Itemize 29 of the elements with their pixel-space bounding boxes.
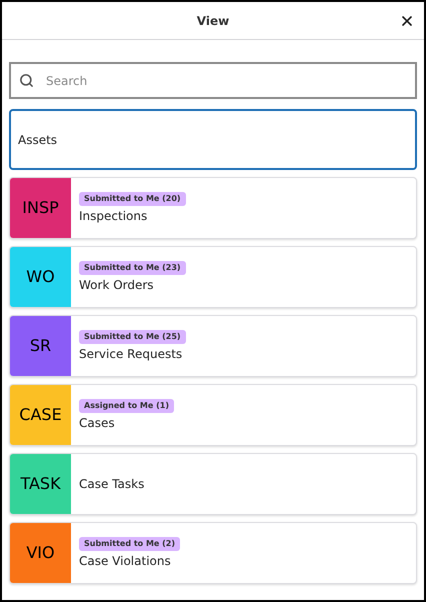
status-badge: Assigned to Me (1) [79,398,174,412]
item-label: Service Requests [79,346,184,362]
item-label: Cases [79,414,116,432]
category-code: CASE [19,404,62,426]
list-item[interactable]: Assets [9,109,417,170]
category-code: INSP [22,197,59,219]
dialog-title: View [196,12,230,30]
list-item[interactable]: TASK Case Tasks [9,453,417,515]
status-badge: Submitted to Me (25) [79,330,186,344]
category-code: VIO [26,542,55,564]
item-label: Assets [18,132,58,148]
category-code: WO [26,266,55,288]
category-code: TASK [20,473,61,495]
list-item[interactable]: VIO Submitted to Me (2) Case Violations [9,522,417,584]
status-badge: Submitted to Me (20) [79,192,186,206]
item-label: Case Violations [79,552,172,570]
list-item[interactable]: INSP Submitted to Me (20) Inspections [9,177,417,239]
list-item[interactable]: SR Submitted to Me (25) Service Requests [9,315,417,377]
list-item[interactable]: WO Submitted to Me (23) Work Orders [9,246,417,308]
list-item[interactable]: CASE Assigned to Me (1) Cases [9,384,417,446]
item-label: Case Tasks [79,476,144,493]
status-badge: Submitted to Me (2) [79,536,180,550]
close-icon [399,13,415,29]
status-badge: Submitted to Me (23) [79,260,186,274]
search-icon [19,73,34,88]
search-field[interactable]: Search [9,62,417,99]
item-label: Work Orders [79,276,155,294]
item-label: Inspections [79,208,148,224]
category-code: SR [30,335,52,357]
